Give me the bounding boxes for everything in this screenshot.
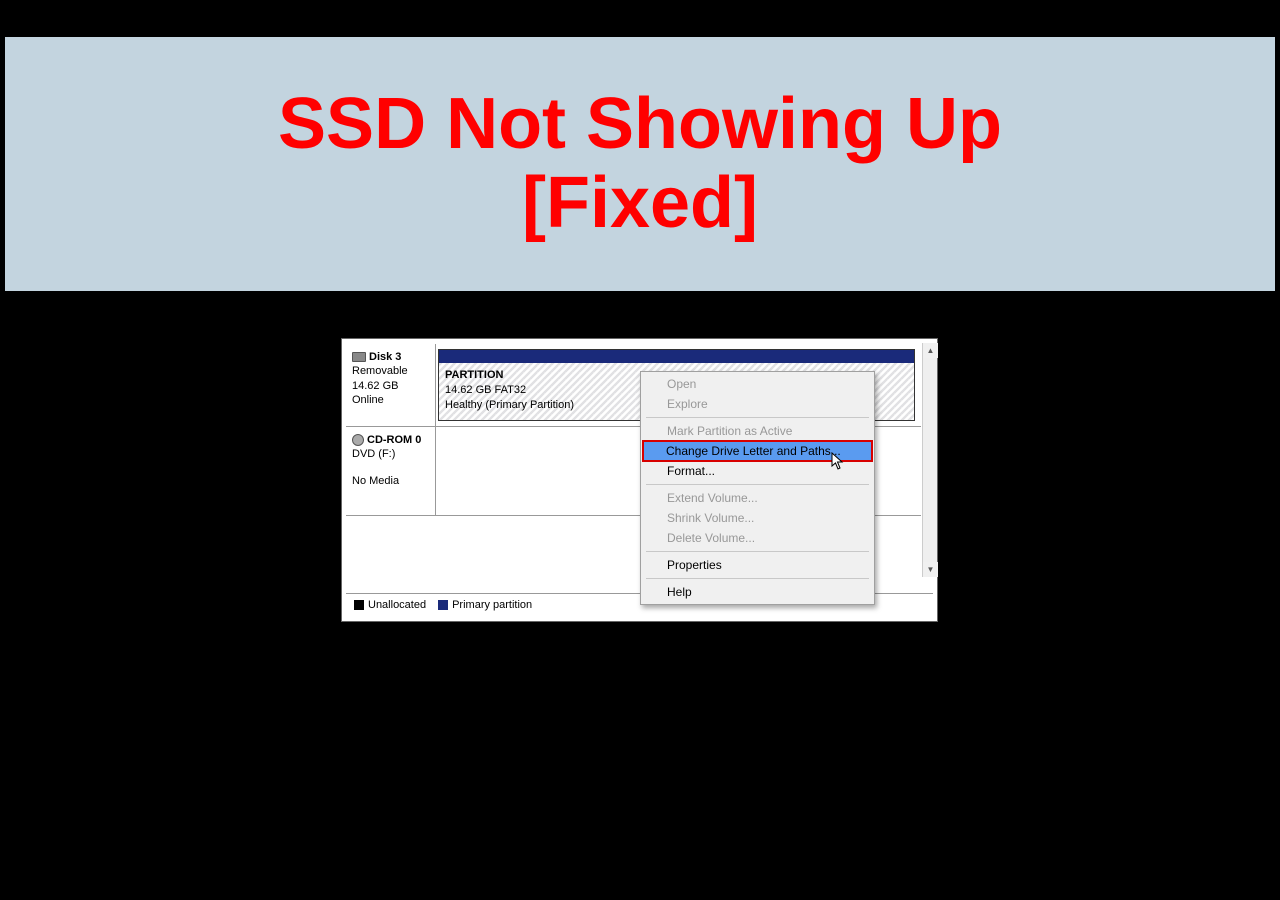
disk3-size: 14.62 GB (352, 379, 431, 393)
disk3-type: Removable (352, 364, 431, 378)
menu-change-drive-letter[interactable]: Change Drive Letter and Paths... (642, 440, 873, 462)
cdrom0-type: DVD (F:) (352, 447, 431, 461)
disk3-status: Online (352, 393, 431, 407)
menu-extend-volume[interactable]: Extend Volume... (643, 488, 872, 508)
disk3-name: Disk 3 (369, 350, 401, 364)
cd-icon (352, 434, 364, 446)
legend-primary: Primary partition (452, 599, 532, 611)
menu-open[interactable]: Open (643, 374, 872, 394)
menu-mark-active[interactable]: Mark Partition as Active (643, 421, 872, 441)
scrollbar[interactable]: ▲ ▼ (922, 343, 937, 577)
cdrom0-name: CD-ROM 0 (367, 433, 421, 447)
partition-header (439, 350, 914, 363)
title-banner: SSD Not Showing Up[Fixed] (5, 37, 1275, 291)
menu-delete-volume[interactable]: Delete Volume... (643, 528, 872, 548)
swatch-primary (438, 600, 448, 610)
menu-properties[interactable]: Properties (643, 555, 872, 575)
menu-format[interactable]: Format... (643, 461, 872, 481)
menu-shrink-volume[interactable]: Shrink Volume... (643, 508, 872, 528)
menu-separator (646, 484, 869, 485)
cdrom0-status: No Media (352, 474, 431, 488)
context-menu: Open Explore Mark Partition as Active Ch… (640, 371, 875, 605)
swatch-unallocated (354, 600, 364, 610)
legend-unallocated: Unallocated (368, 599, 426, 611)
menu-separator (646, 578, 869, 579)
menu-help[interactable]: Help (643, 582, 872, 602)
disk3-info[interactable]: Disk 3 Removable 14.62 GB Online (346, 344, 436, 426)
scroll-up-button[interactable]: ▲ (923, 343, 938, 358)
cdrom0-info[interactable]: CD-ROM 0 DVD (F:) No Media (346, 427, 436, 515)
menu-explore[interactable]: Explore (643, 394, 872, 414)
menu-separator (646, 551, 869, 552)
banner-title: SSD Not Showing Up[Fixed] (278, 85, 1002, 243)
menu-separator (646, 417, 869, 418)
drive-icon (352, 352, 366, 362)
scroll-down-button[interactable]: ▼ (923, 562, 938, 577)
